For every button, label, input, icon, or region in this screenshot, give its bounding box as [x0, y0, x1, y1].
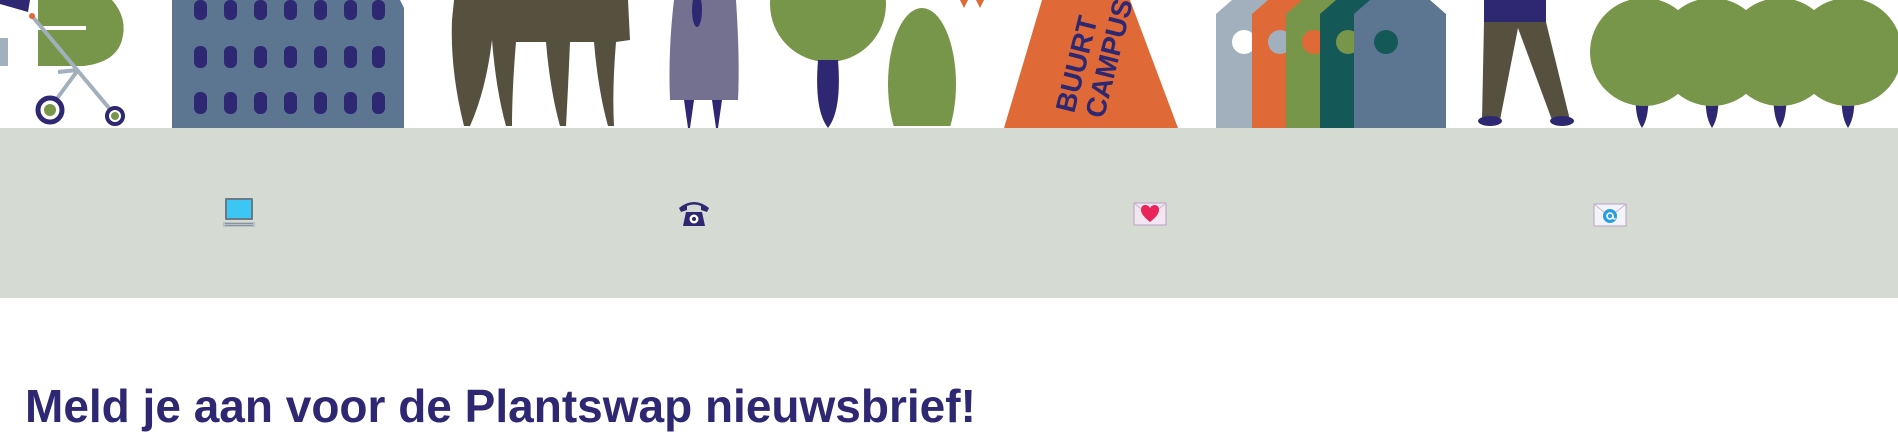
love-letter-icon[interactable]: [1133, 196, 1167, 230]
email-icon[interactable]: [1593, 196, 1627, 230]
computer-icon[interactable]: [222, 196, 256, 230]
contact-bar: [0, 128, 1898, 298]
houses-illustration: [1216, 0, 1446, 128]
tree-illustration: [770, 0, 886, 128]
legs-illustration: [451, 0, 630, 126]
header-illustration: BUURT CAMPUS: [0, 0, 1898, 128]
apartment-building-illustration: [172, 0, 404, 128]
bush-illustration: [880, 0, 984, 128]
stroller-illustration: [0, 0, 125, 126]
person-illustration: [669, 0, 739, 128]
tree-row-illustration: [1590, 0, 1898, 128]
telephone-icon[interactable]: [677, 196, 711, 230]
walking-person-illustration: [1478, 0, 1574, 126]
newsletter-heading: Meld je aan voor de Plantswap nieuwsbrie…: [25, 380, 976, 432]
buurtcampus-tent-illustration: BUURT CAMPUS: [1004, 0, 1178, 128]
